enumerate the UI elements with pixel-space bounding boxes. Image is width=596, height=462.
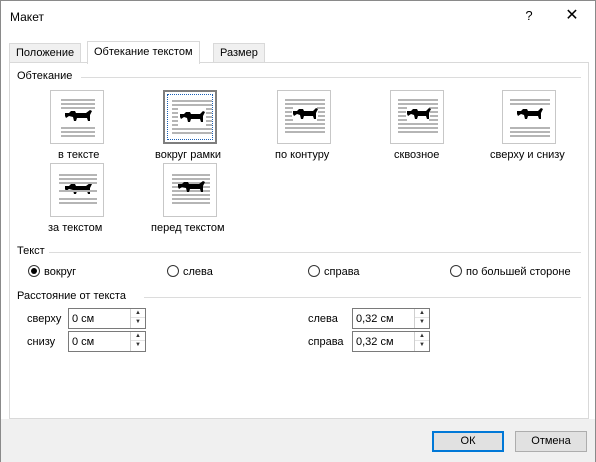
inline-wrap-icon[interactable] <box>50 90 104 144</box>
distance-bottom-label: снизу <box>27 336 56 348</box>
help-button[interactable]: ? <box>519 6 539 26</box>
distance-right-spinner[interactable]: ▲ ▼ <box>352 331 430 352</box>
spinner-arrows: ▲ ▼ <box>130 332 145 351</box>
distance-right-input[interactable] <box>353 332 411 351</box>
wrap-label-tight: по контуру <box>275 149 330 161</box>
spin-down-icon[interactable]: ▼ <box>415 318 429 327</box>
close-icon[interactable]: ✕ <box>561 6 583 26</box>
spinner-arrows: ▲ ▼ <box>414 332 429 351</box>
tight-wrap-icon[interactable] <box>277 90 331 144</box>
radio-label: слева <box>183 266 213 278</box>
wrap-label-through: сквозное <box>394 149 440 161</box>
radio-label: вокруг <box>44 266 77 278</box>
distance-top-label: сверху <box>27 313 62 325</box>
radio-dot[interactable] <box>450 265 462 277</box>
spin-up-icon[interactable]: ▲ <box>131 332 145 341</box>
spin-down-icon[interactable]: ▼ <box>131 318 145 327</box>
wrap-label-square: вокруг рамки <box>155 149 221 161</box>
distance-left-label: слева <box>308 313 338 325</box>
dialog-footer: ОК Отмена <box>1 419 595 462</box>
through-wrap-graphic <box>398 99 438 133</box>
radio-dot[interactable] <box>308 265 320 277</box>
radio-around[interactable]: вокруг <box>28 265 76 278</box>
distance-bottom-spinner[interactable]: ▲ ▼ <box>68 331 146 352</box>
wrap-label-inline: в тексте <box>58 149 100 161</box>
distance-top-spinner[interactable]: ▲ ▼ <box>68 308 146 329</box>
radio-largest-side[interactable]: по большей стороне <box>450 265 571 278</box>
dialog-title: Макет <box>10 10 44 24</box>
spinner-arrows: ▲ ▼ <box>414 309 429 328</box>
wrapping-section-title: Обтекание <box>17 70 77 82</box>
section-divider <box>81 77 581 78</box>
radio-label: справа <box>324 266 360 278</box>
radio-right[interactable]: справа <box>308 265 360 278</box>
inline-wrap-graphic <box>61 99 95 137</box>
spinner-arrows: ▲ ▼ <box>130 309 145 328</box>
top-bottom-wrap-graphic <box>510 99 550 137</box>
spin-down-icon[interactable]: ▼ <box>131 341 145 350</box>
wrap-label-in-front: перед текстом <box>151 222 225 234</box>
section-divider <box>49 252 581 253</box>
behind-text-icon[interactable] <box>50 163 104 217</box>
distance-left-input[interactable] <box>353 309 411 328</box>
tab-text-wrapping[interactable]: Обтекание текстом <box>87 41 200 64</box>
distance-top-input[interactable] <box>69 309 127 328</box>
radio-dot[interactable] <box>28 265 40 277</box>
section-divider <box>144 297 581 298</box>
in-front-graphic <box>172 174 210 204</box>
distance-section-title: Расстояние от текста <box>17 290 130 302</box>
ok-button[interactable]: ОК <box>432 431 504 452</box>
wrap-label-top-bottom: сверху и снизу <box>490 149 565 161</box>
spin-down-icon[interactable]: ▼ <box>415 341 429 350</box>
distance-bottom-input[interactable] <box>69 332 127 351</box>
cancel-button[interactable]: Отмена <box>515 431 587 452</box>
through-wrap-icon[interactable] <box>390 90 444 144</box>
top-bottom-wrap-icon[interactable] <box>502 90 556 144</box>
radio-left[interactable]: слева <box>167 265 213 278</box>
square-wrap-graphic <box>172 100 212 134</box>
tab-size[interactable]: Размер <box>213 43 265 63</box>
layout-dialog: Макет ? ✕ Положение Обтекание текстом Ра… <box>0 0 596 462</box>
spin-up-icon[interactable]: ▲ <box>131 309 145 318</box>
title-bar: Макет ? ✕ <box>1 1 595 32</box>
tab-position[interactable]: Положение <box>9 43 82 63</box>
wrap-label-behind: за текстом <box>48 222 103 234</box>
text-section-title: Текст <box>17 245 49 257</box>
behind-text-graphic <box>59 174 97 204</box>
spin-up-icon[interactable]: ▲ <box>415 309 429 318</box>
distance-right-label: справа <box>308 336 344 348</box>
radio-dot[interactable] <box>167 265 179 277</box>
tight-wrap-graphic <box>285 99 325 133</box>
square-wrap-icon[interactable] <box>163 90 217 144</box>
distance-left-spinner[interactable]: ▲ ▼ <box>352 308 430 329</box>
in-front-of-text-icon[interactable] <box>163 163 217 217</box>
radio-label: по большей стороне <box>466 266 571 278</box>
spin-up-icon[interactable]: ▲ <box>415 332 429 341</box>
